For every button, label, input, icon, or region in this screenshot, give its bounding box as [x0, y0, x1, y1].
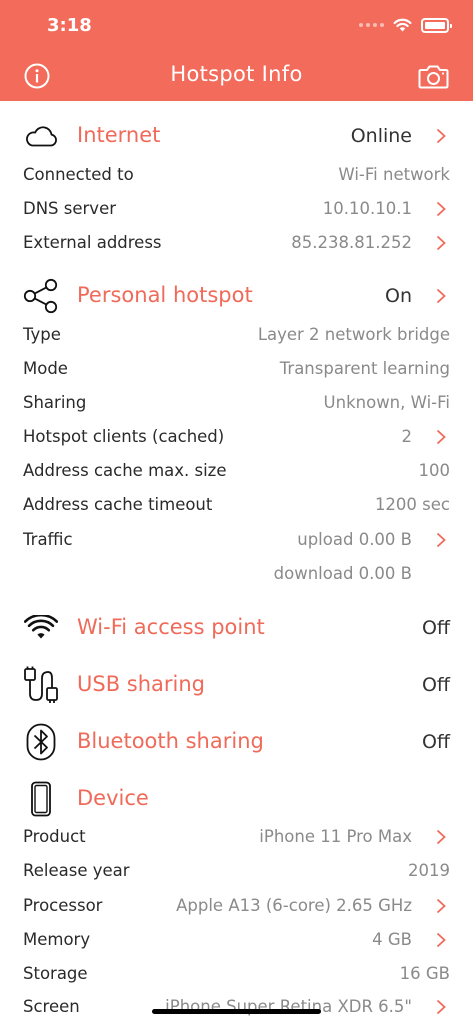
info-row: download 0.00 B	[0, 557, 473, 591]
row-label: Address cache timeout	[23, 495, 213, 514]
info-row[interactable]: Memory 4 GB	[0, 923, 473, 957]
section-status: Off	[421, 617, 450, 639]
section-status: Off	[421, 731, 450, 753]
chevron-right-icon	[436, 235, 446, 251]
battery-icon	[421, 17, 452, 33]
row-value: 1200 sec	[374, 495, 450, 514]
page-title: Hotspot Info	[170, 62, 303, 86]
row-label: Storage	[23, 964, 88, 983]
info-row[interactable]: DNS server 10.10.10.1	[0, 192, 473, 226]
section-device: Device	[0, 777, 473, 821]
row-value: Unknown, Wi-Fi	[323, 393, 450, 412]
row-value: 10.10.10.1	[322, 199, 412, 218]
row-value: Transparent learning	[279, 359, 450, 378]
row-value: 16 GB	[399, 964, 450, 983]
row-label: Sharing	[23, 393, 87, 412]
home-indicator[interactable]	[152, 1009, 321, 1014]
row-label: Address cache max. size	[23, 461, 227, 480]
row-value: 2019	[408, 861, 450, 880]
row-label: Screen	[23, 997, 80, 1016]
section-title: Internet	[77, 123, 161, 147]
section-internet[interactable]: Internet Online	[0, 114, 473, 158]
status-time: 3:18	[47, 15, 92, 36]
row-value: 4 GB	[372, 930, 412, 949]
camera-icon[interactable]	[418, 63, 449, 89]
section-status: On	[385, 285, 412, 307]
section-title: Device	[77, 786, 149, 810]
chevron-right-icon	[436, 429, 446, 445]
section-bluetooth-sharing: Bluetooth sharing Off	[0, 720, 473, 764]
info-row: Sharing Unknown, Wi-Fi	[0, 386, 473, 420]
section-personal-hotspot[interactable]: Personal hotspot On	[0, 274, 473, 318]
row-value: upload 0.00 B	[297, 530, 412, 549]
share-icon	[22, 278, 60, 314]
info-row[interactable]: Hotspot clients (cached) 2	[0, 420, 473, 454]
wifi-status-icon	[393, 18, 412, 32]
row-value: download 0.00 B	[273, 564, 412, 583]
cloud-icon	[22, 120, 60, 152]
row-label: Hotspot clients (cached)	[23, 427, 225, 446]
section-title: Wi-Fi access point	[77, 615, 265, 639]
chevron-right-icon	[436, 898, 446, 914]
row-value: 100	[418, 461, 451, 480]
bluetooth-icon	[22, 723, 60, 761]
chevron-right-icon	[436, 201, 446, 217]
chevron-right-icon	[436, 999, 446, 1015]
section-title: Bluetooth sharing	[77, 729, 264, 753]
row-value: Apple A13 (6-core) 2.65 GHz	[176, 896, 412, 915]
row-value: iPhone 11 Pro Max	[259, 827, 412, 846]
row-label: DNS server	[23, 199, 116, 218]
chevron-right-icon	[436, 288, 446, 304]
phone-icon	[22, 781, 60, 817]
info-row[interactable]: Traffic upload 0.00 B	[0, 523, 473, 557]
row-value: Layer 2 network bridge	[257, 325, 450, 344]
row-label: External address	[23, 233, 162, 252]
wifi-icon	[22, 612, 60, 644]
row-value: Wi-Fi network	[338, 165, 450, 184]
navigation-bar: 3:18 Hotspot Info	[0, 0, 473, 101]
row-label: Traffic	[23, 530, 73, 549]
info-row: Storage 16 GB	[0, 957, 473, 991]
info-row: Address cache timeout 1200 sec	[0, 488, 473, 522]
section-title: USB sharing	[77, 672, 206, 696]
row-value: 2	[401, 427, 413, 446]
info-row: Connected to Wi-Fi network	[0, 158, 473, 192]
chevron-right-icon	[436, 829, 446, 845]
section-usb-sharing: USB sharing Off	[0, 663, 473, 707]
chevron-right-icon	[436, 128, 446, 144]
section-wifi-access-point: Wi-Fi access point Off	[0, 606, 473, 650]
status-icons	[359, 15, 452, 35]
row-label: Product	[23, 827, 86, 846]
info-row: Release year 2019	[0, 854, 473, 888]
row-label: Release year	[23, 861, 130, 880]
row-value: 85.238.81.252	[291, 233, 412, 252]
info-row[interactable]: External address 85.238.81.252	[0, 226, 473, 260]
usb-icon	[22, 666, 60, 703]
row-label: Memory	[23, 930, 91, 949]
row-label: Mode	[23, 359, 68, 378]
row-label: Type	[23, 325, 61, 344]
chevron-right-icon	[436, 532, 446, 548]
section-status: Online	[350, 125, 412, 147]
info-row[interactable]: Screen iPhone Super Retina XDR 6.5"	[0, 990, 473, 1024]
chevron-right-icon	[436, 932, 446, 948]
cellular-signal-icon	[359, 23, 384, 27]
row-label: Connected to	[23, 165, 134, 184]
info-row: Mode Transparent learning	[0, 352, 473, 386]
row-label: Processor	[23, 896, 103, 915]
section-status: Off	[421, 674, 450, 696]
section-title: Personal hotspot	[77, 283, 253, 307]
info-row[interactable]: Processor Apple A13 (6-core) 2.65 GHz	[0, 889, 473, 923]
info-row: Type Layer 2 network bridge	[0, 318, 473, 352]
info-row[interactable]: Product iPhone 11 Pro Max	[0, 820, 473, 854]
info-row: Address cache max. size 100	[0, 454, 473, 488]
